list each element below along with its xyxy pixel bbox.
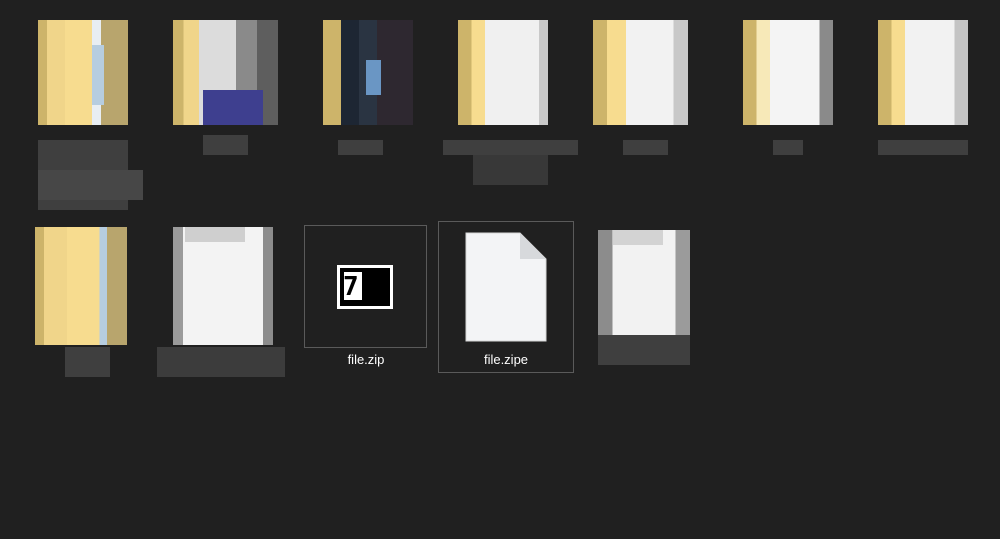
folder-item[interactable] bbox=[30, 222, 145, 382]
file-name-label: file.zipe bbox=[483, 352, 529, 367]
folder-item[interactable] bbox=[588, 15, 698, 160]
folder-item[interactable] bbox=[873, 15, 973, 160]
folder-icon bbox=[593, 20, 688, 125]
folder-item[interactable] bbox=[738, 15, 848, 160]
blurred-label bbox=[203, 135, 248, 155]
folder-item[interactable] bbox=[440, 15, 580, 190]
folder-icon bbox=[878, 20, 968, 125]
file-icon bbox=[173, 227, 273, 345]
file-item-file-zip[interactable]: 7z file.zip bbox=[304, 225, 428, 373]
folder-item[interactable] bbox=[30, 15, 145, 215]
folder-icon bbox=[458, 20, 548, 125]
folder-icon bbox=[35, 227, 127, 345]
file-explorer-view: 7z file.zip file.zipe bbox=[0, 0, 1000, 539]
folder-item[interactable] bbox=[318, 15, 428, 160]
7z-archive-icon: 7z bbox=[337, 265, 393, 309]
blurred-label bbox=[65, 347, 110, 377]
7z-icon-text: 7z bbox=[343, 272, 379, 302]
blurred-label bbox=[623, 140, 668, 155]
file-item[interactable] bbox=[155, 222, 290, 382]
folder-item[interactable] bbox=[165, 15, 280, 160]
folder-icon bbox=[38, 20, 128, 125]
blurred-label bbox=[443, 140, 578, 155]
blurred-label bbox=[157, 347, 285, 377]
blurred-label bbox=[338, 140, 383, 155]
blurred-label bbox=[878, 140, 968, 155]
blurred-label bbox=[773, 140, 803, 155]
file-item[interactable] bbox=[595, 225, 695, 370]
blurred-label bbox=[598, 335, 690, 365]
file-icon bbox=[598, 230, 690, 340]
file-item-file-zipe[interactable]: file.zipe bbox=[438, 221, 574, 373]
folder-icon bbox=[743, 20, 833, 125]
file-name-label: file.zip bbox=[347, 352, 385, 367]
blank-file-icon bbox=[465, 232, 547, 342]
